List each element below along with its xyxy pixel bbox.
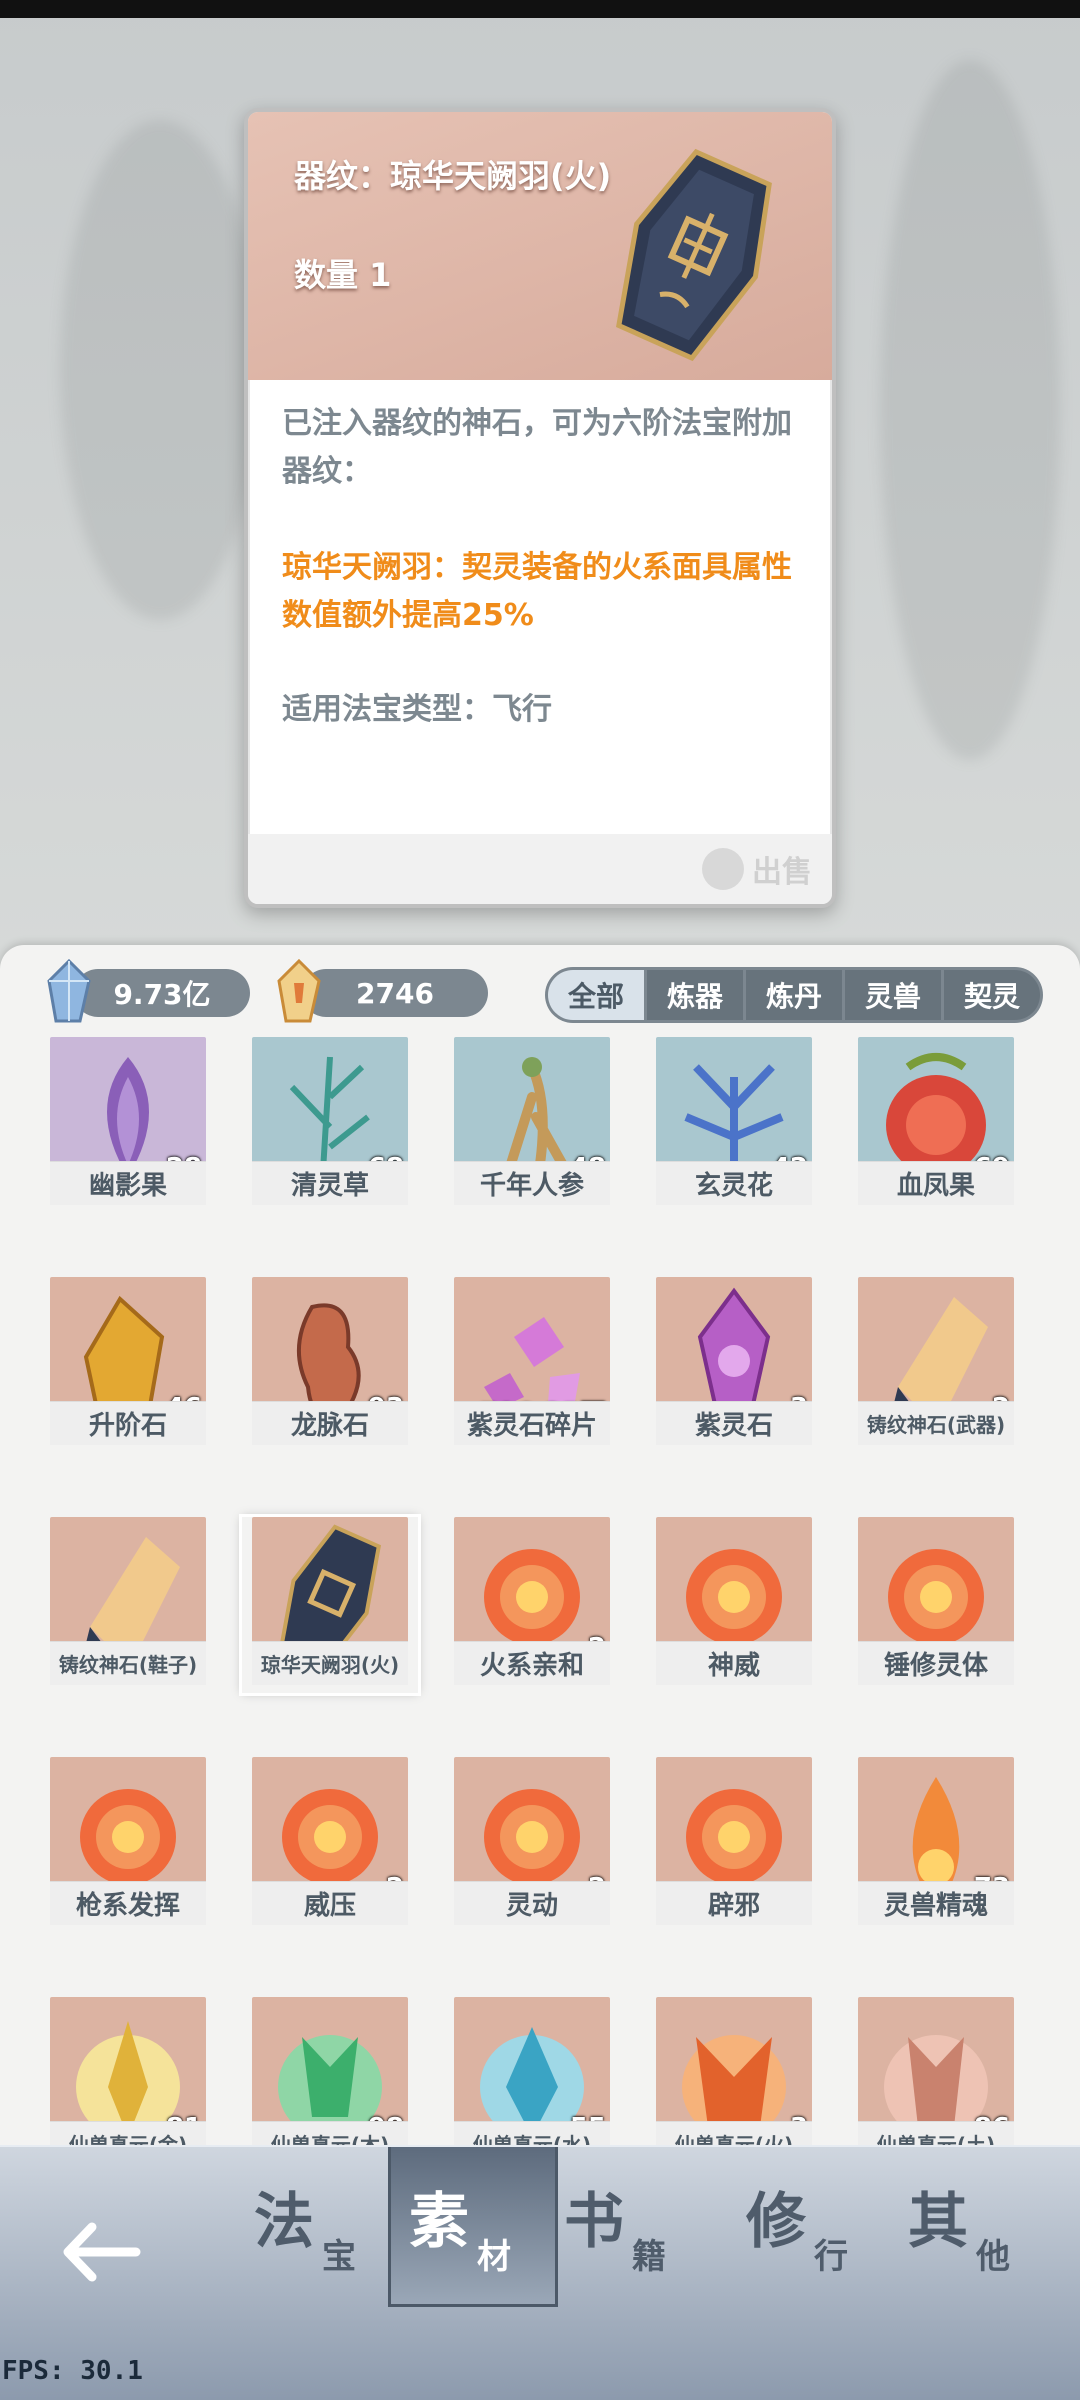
category-filter-bar: 全部 炼器 炼丹 灵兽 契灵 xyxy=(545,967,1043,1023)
inventory-item[interactable]: 48千年人参 xyxy=(444,1037,620,1213)
sell-label: 出售 xyxy=(752,855,812,890)
item-name: 紫灵石 xyxy=(656,1401,812,1445)
inventory-item[interactable]: 3紫灵石 xyxy=(646,1277,822,1453)
blue-crystal-icon xyxy=(47,959,91,1023)
inventory-item[interactable]: 69血凤果 xyxy=(848,1037,1024,1213)
inventory-item[interactable]: 2火系亲和 xyxy=(444,1517,620,1693)
back-arrow-icon[interactable] xyxy=(56,2207,146,2297)
nav-tab-3[interactable]: 修行 xyxy=(728,2147,898,2307)
item-name: 升阶石 xyxy=(50,1401,206,1445)
inventory-item[interactable]: 2铸纹神石(武器) xyxy=(848,1277,1024,1453)
nav-tab-main-char: 素 xyxy=(409,2187,469,2257)
item-name: 紫灵石碎片 xyxy=(454,1401,610,1445)
nav-tab-sub-char: 行 xyxy=(814,2237,848,2277)
item-detail-title: 器纹：琼华天阙羽(火) xyxy=(294,157,612,195)
currency-gold-stone: 2746 xyxy=(302,969,488,1017)
item-detail-card: 器纹：琼华天阙羽(火) 数量 1 已注入器纹的神石，可为六阶法宝附加器纹： 琼华… xyxy=(244,108,836,908)
item-detail-quantity: 数量 1 xyxy=(294,256,392,294)
item-name: 铸纹神石(武器) xyxy=(858,1401,1014,1445)
inventory-item[interactable]: 锤修灵体 xyxy=(848,1517,1024,1693)
item-grid: 28幽影果68清灵草48千年人参42玄灵花69血凤果 46升阶石93龙脉石796.… xyxy=(40,1037,1040,2255)
inventory-item[interactable]: 796.35万紫灵石碎片 xyxy=(444,1277,620,1453)
item-name: 铸纹神石(鞋子) xyxy=(50,1641,206,1685)
status-bar xyxy=(0,0,1080,18)
inventory-item[interactable]: 73灵兽精魂 xyxy=(848,1757,1024,1933)
item-name: 火系亲和 xyxy=(454,1641,610,1685)
item-detail-header: 器纹：琼华天阙羽(火) 数量 1 xyxy=(248,112,832,380)
nav-tab-main-char: 法 xyxy=(254,2187,314,2257)
inventory-item[interactable]: 2灵动 xyxy=(444,1757,620,1933)
ink-mountain-bg xyxy=(60,120,260,620)
item-name: 锤修灵体 xyxy=(858,1641,1014,1685)
item-name: 龙脉石 xyxy=(252,1401,408,1445)
item-name: 血凤果 xyxy=(858,1161,1014,1205)
item-name: 神威 xyxy=(656,1641,812,1685)
currency-spirit-stone-value: 9.73亿 xyxy=(113,978,211,1011)
currency-gold-stone-value: 2746 xyxy=(356,976,434,1010)
item-name: 灵兽精魂 xyxy=(858,1881,1014,1925)
nav-tab-sub-char: 材 xyxy=(477,2237,511,2277)
gold-crystal-icon xyxy=(277,959,321,1023)
nav-tab-1[interactable]: 素材 xyxy=(388,2147,558,2307)
bottom-nav: 法宝素材书籍修行其他 xyxy=(0,2145,1080,2400)
dark-rune-stone-icon xyxy=(616,148,772,362)
inventory-item[interactable]: 28幽影果 xyxy=(40,1037,216,1213)
item-name: 千年人参 xyxy=(454,1161,610,1205)
item-detail-footer: 出售 xyxy=(248,834,832,904)
item-name: 琼华天阙羽(火) xyxy=(252,1641,408,1685)
item-applicable-type: 适用法宝类型：飞行 xyxy=(282,692,552,727)
filter-tab-4[interactable]: 契灵 xyxy=(944,970,1040,1020)
filter-tab-1[interactable]: 炼器 xyxy=(647,970,743,1020)
item-name: 枪系发挥 xyxy=(50,1881,206,1925)
item-name: 威压 xyxy=(252,1881,408,1925)
filter-tab-3[interactable]: 灵兽 xyxy=(845,970,941,1020)
nav-tab-main-char: 修 xyxy=(746,2187,806,2257)
nav-tab-main-char: 书 xyxy=(564,2187,624,2257)
item-name: 辟邪 xyxy=(656,1881,812,1925)
filter-tab-0[interactable]: 全部 xyxy=(548,970,644,1020)
filter-tab-2[interactable]: 炼丹 xyxy=(746,970,842,1020)
inventory-item[interactable]: 42玄灵花 xyxy=(646,1037,822,1213)
inventory-item[interactable]: 神威 xyxy=(646,1517,822,1693)
sell-button[interactable]: 出售 xyxy=(702,844,812,894)
ink-figure-bg xyxy=(880,60,1060,760)
item-name: 幽影果 xyxy=(50,1161,206,1205)
inventory-item[interactable]: 琼华天阙羽(火) xyxy=(239,1514,421,1696)
sell-icon xyxy=(702,848,744,890)
nav-tab-0[interactable]: 法宝 xyxy=(236,2147,406,2307)
item-description: 已注入器纹的神石，可为六阶法宝附加器纹： xyxy=(282,406,792,489)
inventory-item[interactable]: 2威压 xyxy=(242,1757,418,1933)
item-name: 灵动 xyxy=(454,1881,610,1925)
nav-tab-sub-char: 籍 xyxy=(632,2237,666,2277)
inventory-item[interactable]: 辟邪 xyxy=(646,1757,822,1933)
nav-tab-2[interactable]: 书籍 xyxy=(546,2147,716,2307)
inventory-item[interactable]: 68清灵草 xyxy=(242,1037,418,1213)
currency-spirit-stone: 9.73亿 xyxy=(74,969,250,1017)
nav-tab-4[interactable]: 其他 xyxy=(890,2147,1060,2307)
inventory-item[interactable]: 46升阶石 xyxy=(40,1277,216,1453)
inventory-item[interactable]: 铸纹神石(鞋子) xyxy=(40,1517,216,1693)
item-name: 玄灵花 xyxy=(656,1161,812,1205)
item-effect: 琼华天阙羽：契灵装备的火系面具属性数值额外提高25% xyxy=(282,550,792,633)
fps-counter: FPS: 30.1 xyxy=(2,2356,143,2386)
nav-tab-sub-char: 宝 xyxy=(322,2237,356,2277)
inventory-item[interactable]: 枪系发挥 xyxy=(40,1757,216,1933)
nav-tab-main-char: 其 xyxy=(908,2187,968,2257)
inventory-item[interactable]: 93龙脉石 xyxy=(242,1277,418,1453)
item-name: 清灵草 xyxy=(252,1161,408,1205)
nav-tab-sub-char: 他 xyxy=(976,2237,1010,2277)
